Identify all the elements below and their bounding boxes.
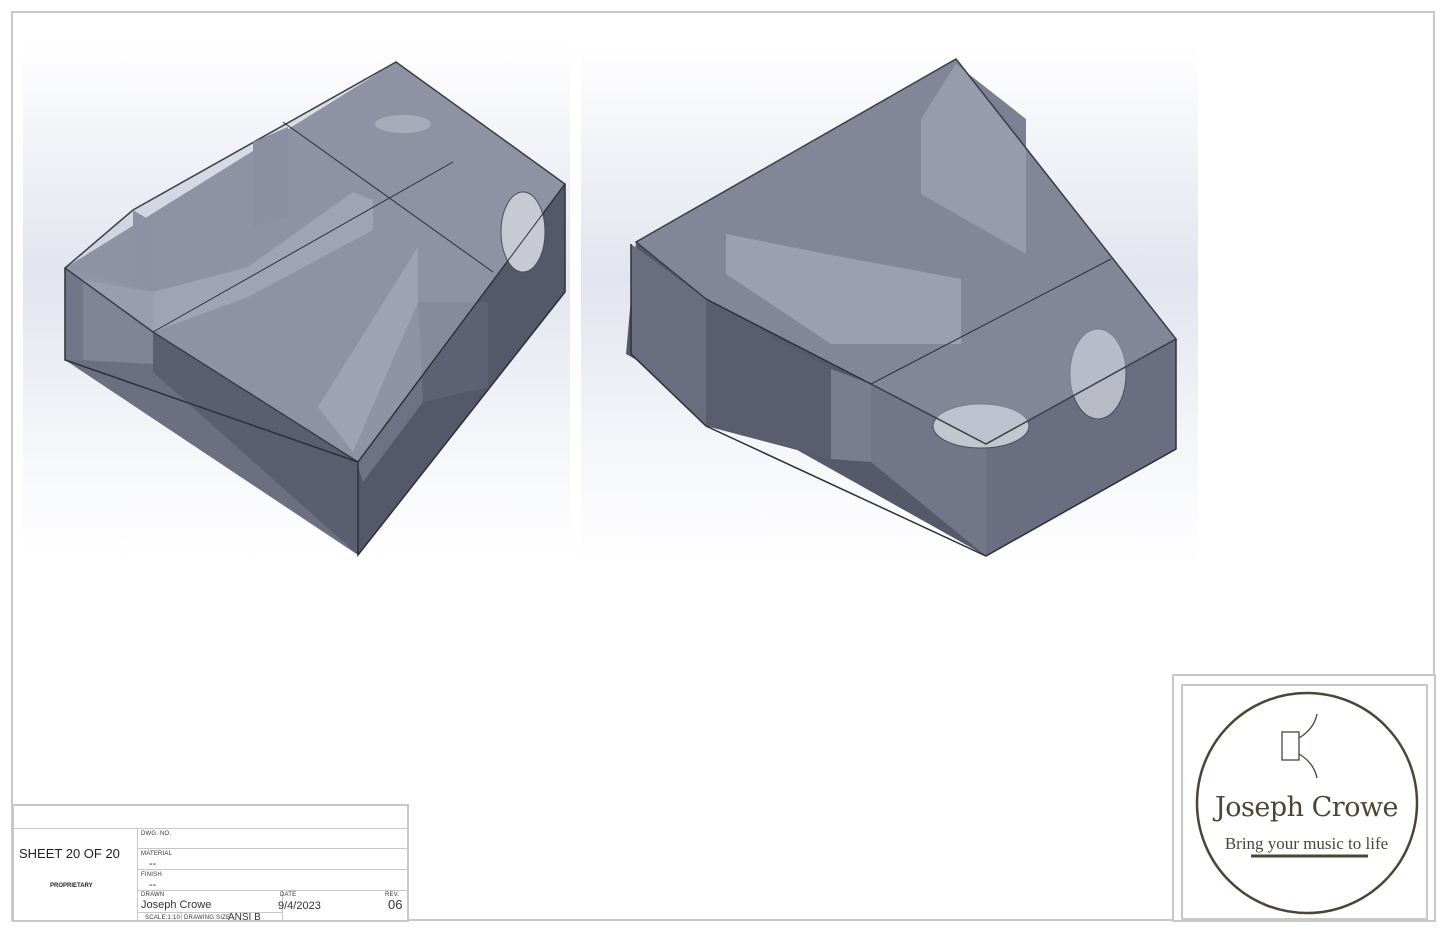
scale-label: SCALE:1:10	[145, 915, 181, 921]
speaker-icon	[1281, 713, 1318, 779]
dwg-no-label: DWG. NO.	[141, 831, 172, 837]
enclosure-view-left	[23, 42, 570, 559]
drawn-label: DRAWN	[141, 892, 165, 898]
logo-name: Joseph Crowe	[1214, 792, 1399, 823]
enclosure-render-left	[23, 42, 570, 559]
drawn-value: Joseph Crowe	[141, 899, 212, 911]
finish-label: FINISH	[141, 872, 162, 878]
sheet-number: SHEET 20 OF 20	[19, 846, 120, 861]
proprietary-label: PROPRIETARY	[50, 883, 93, 889]
enclosure-render-right	[581, 44, 1198, 565]
finish-value: --	[149, 879, 157, 891]
enclosure-view-right	[581, 44, 1198, 565]
material-value: --	[149, 858, 157, 870]
rev-value: 06	[388, 897, 403, 912]
logo-tagline: Bring your music to life	[1224, 834, 1389, 853]
logo-block: Joseph Crowe Bring your music to life	[1172, 674, 1436, 922]
date-value: 9/4/2023	[278, 900, 321, 912]
material-label: MATERIAL	[141, 851, 173, 857]
drawing-size-value: ANSI B	[228, 912, 261, 923]
title-block: SHEET 20 OF 20 PROPRIETARY DWG. NO. MATE…	[12, 804, 409, 923]
logo-frame: Joseph Crowe Bring your music to life	[1181, 684, 1428, 920]
drawing-size-label: DRAWING SIZE	[184, 915, 231, 921]
date-label: DATE	[280, 892, 297, 898]
